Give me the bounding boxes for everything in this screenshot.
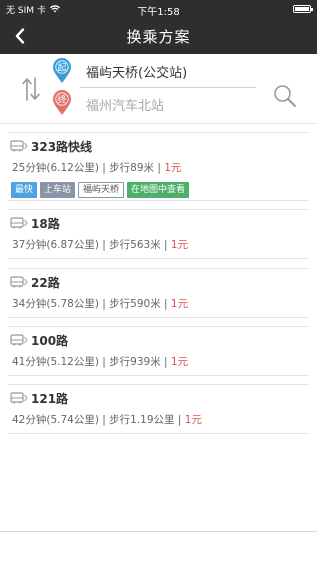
plan-price: 1元: [184, 414, 202, 426]
tag-fastest: 最快: [11, 182, 38, 198]
plan-item[interactable]: 22路 34分钟(5.78公里) | 步行590米 | 1元: [8, 268, 309, 318]
plan-title: 323路快线: [31, 139, 93, 154]
separator: |: [98, 162, 110, 174]
plan-item[interactable]: 18路 37分钟(6.87公里) | 步行563米 | 1元: [8, 209, 309, 259]
plan-price: 1元: [170, 356, 189, 368]
separator: |: [160, 239, 171, 251]
plan-walk: 步行939米: [109, 356, 161, 368]
back-button[interactable]: [8, 24, 32, 48]
plan-tags: 最快 上车站 福屿天桥 在地图中查看: [8, 182, 309, 198]
plan-title-row: 18路: [8, 213, 309, 233]
field-divider: [80, 87, 256, 88]
origin-field[interactable]: 福屿天桥(公交站): [86, 62, 187, 81]
plan-duration: 41分钟(5.12公里): [12, 356, 99, 368]
bus-icon: [10, 334, 28, 346]
separator: |: [174, 414, 185, 426]
bus-icon: [10, 140, 28, 152]
route-input-panel: 起 福屿天桥(公交站) 终 福州汽车北站: [0, 54, 317, 124]
separator: |: [160, 298, 171, 310]
plan-title: 22路: [31, 275, 60, 290]
plan-price: 1元: [170, 239, 189, 251]
plan-price: 1元: [170, 298, 189, 310]
end-pin-icon: 终: [53, 90, 71, 115]
plan-walk: 步行563米: [109, 239, 161, 251]
plan-item[interactable]: 100路 41分钟(5.12公里) | 步行939米 | 1元: [8, 326, 309, 376]
plan-duration: 42分钟(5.74公里): [12, 414, 99, 426]
destination-field[interactable]: 福州汽车北站: [86, 95, 164, 114]
separator: |: [160, 356, 171, 368]
plan-title-row: 323路快线: [8, 136, 309, 156]
plan-info: 34分钟(5.78公里) | 步行590米 | 1元: [8, 297, 309, 311]
plan-walk: 步行89米: [109, 162, 155, 174]
plan-price: 1元: [164, 162, 182, 174]
chevron-left-icon: [15, 28, 25, 44]
plan-title-row: 100路: [8, 330, 309, 350]
bus-icon: [10, 217, 28, 229]
search-icon[interactable]: [273, 84, 297, 108]
bottom-divider: [0, 531, 317, 532]
plan-info: 25分钟(6.12公里) | 步行89米 | 1元: [8, 161, 309, 175]
start-pin-icon: 起: [53, 58, 71, 83]
battery-icon: [293, 5, 313, 13]
plan-walk: 步行590米: [109, 298, 161, 310]
status-bar: 无 SIM 卡 下午1:58: [0, 0, 317, 18]
separator: |: [154, 162, 165, 174]
plan-title-row: 121路: [8, 388, 309, 408]
bus-icon: [10, 392, 28, 404]
swap-direction-icon[interactable]: [20, 76, 42, 102]
end-badge-label: 终: [57, 93, 66, 105]
plan-info: 37分钟(6.87公里) | 步行563米 | 1元: [8, 238, 309, 252]
separator: |: [98, 298, 110, 310]
separator: |: [98, 414, 110, 426]
start-badge-label: 起: [57, 62, 66, 73]
plan-title-row: 22路: [8, 272, 309, 292]
view-on-map-button[interactable]: 在地图中查看: [127, 182, 190, 198]
page-title: 换乘方案: [126, 27, 191, 46]
separator: |: [98, 356, 110, 368]
plan-title: 121路: [31, 391, 69, 406]
plan-item[interactable]: 323路快线 25分钟(6.12公里) | 步行89米 | 1元 最快 上车站 福屿天桥…: [8, 132, 309, 201]
battery-level: [295, 7, 309, 11]
bus-icon: [10, 276, 28, 288]
separator: |: [98, 239, 110, 251]
plan-title: 100路: [31, 333, 69, 348]
plan-info: 42分钟(5.74公里) | 步行1.19公里 | 1元: [8, 413, 309, 427]
plan-title: 18路: [31, 216, 60, 231]
plan-duration: 25分钟(6.12公里): [12, 162, 99, 174]
plan-item[interactable]: 121路 42分钟(5.74公里) | 步行1.19公里 | 1元: [8, 384, 309, 434]
plan-duration: 34分钟(5.78公里): [12, 298, 99, 310]
tag-boarding-stop: 上车站: [40, 182, 76, 198]
status-time: 下午1:58: [137, 7, 180, 18]
nav-bar: 换乘方案: [0, 18, 317, 54]
tag-stop-name: 福屿天桥: [78, 182, 125, 198]
plan-walk: 步行1.19公里: [109, 414, 175, 426]
plan-duration: 37分钟(6.87公里): [12, 239, 99, 251]
plan-info: 41分钟(5.12公里) | 步行939米 | 1元: [8, 355, 309, 369]
